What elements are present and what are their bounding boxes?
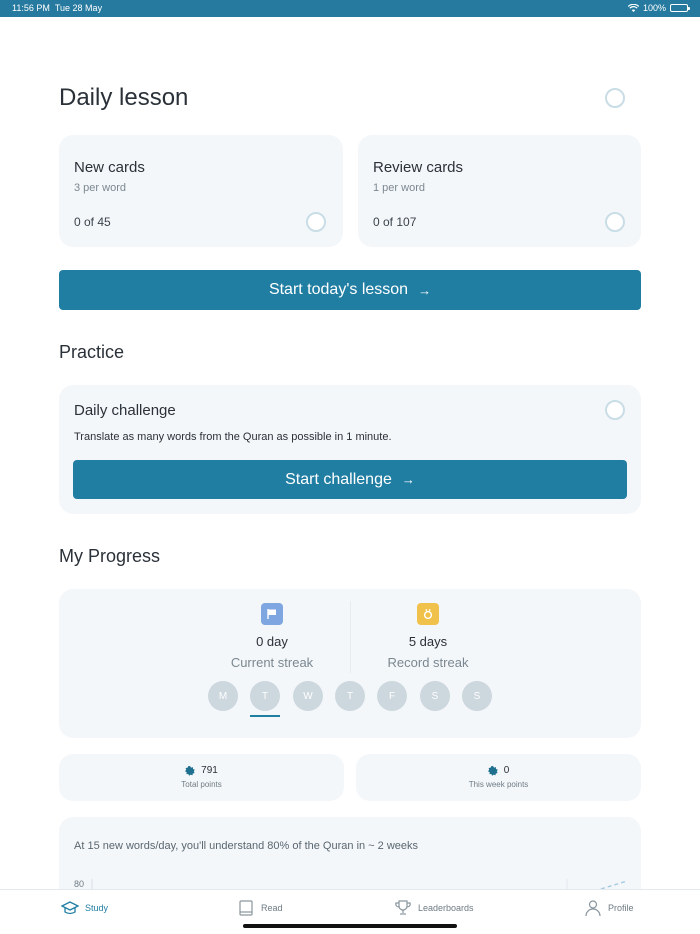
record-streak-label: Record streak [387,655,469,670]
status-bar: 11:56 PM Tue 28 May 100% [0,0,700,17]
today-indicator [250,715,280,717]
person-icon [585,900,601,917]
weekday-circle: S [420,681,450,711]
flag-icon [261,603,283,625]
status-right: 100% [627,3,690,13]
trophy-icon [417,603,439,625]
review-cards-card[interactable]: Review cards 1 per word 0 of 107 [358,135,641,247]
lesson-complete-indicator [605,88,625,108]
weekday-circle: S [462,681,492,711]
book-icon [239,900,253,916]
current-streak-value: 0 day [256,634,288,649]
daily-challenge-description: Translate as many words from the Quran a… [74,431,392,443]
record-streak-value: 5 days [408,634,448,649]
progress-heading: My Progress [59,546,161,566]
arrow-right-icon: → [401,472,415,487]
home-indicator [243,924,457,928]
week-points-card: 0 This week points [356,754,641,801]
status-time: 11:56 PM Tue 28 May [12,3,103,13]
weekday-circle: M [208,681,238,711]
tab-read[interactable]: Read [237,899,283,917]
challenge-complete-indicator [605,400,625,420]
current-streak: 0 day Current streak [197,603,347,670]
page-title: Daily lesson [59,84,189,111]
review-cards-subtitle: 1 per word [373,182,425,194]
week-points-value: 0 [503,765,510,776]
weekday-circle: W [293,681,323,711]
wifi-icon [627,4,639,12]
tab-profile[interactable]: Profile [584,899,634,917]
week-points: 0 This week points [356,765,641,789]
weekday-circle: F [377,681,407,711]
weekday-circle: T [335,681,365,711]
new-cards-progress-ring [306,212,326,232]
new-cards-card[interactable]: New cards 3 per word 0 of 45 [59,135,343,247]
points-badge-icon [487,765,498,776]
streak-card: 0 day Current streak 5 days Record strea… [59,589,641,738]
graduation-cap-icon [61,901,79,915]
points-badge-icon [185,765,195,776]
review-cards-progress-ring [605,212,625,232]
total-points: 791 Total points [59,765,344,789]
record-streak: 5 days Record streak [353,603,503,670]
tab-read-label: Read [261,903,283,913]
start-challenge-label: Start challenge [285,470,392,488]
tab-study[interactable]: Study [61,899,108,917]
start-lesson-button[interactable]: Start today's lesson → [59,270,641,310]
new-cards-title: New cards [74,159,145,176]
current-streak-label: Current streak [230,655,314,670]
review-cards-count: 0 of 107 [373,215,417,229]
practice-heading: Practice [59,342,125,362]
daily-challenge-card: Daily challenge Translate as many words … [59,385,641,514]
battery-icon [670,4,690,12]
total-points-card: 791 Total points [59,754,344,801]
weekday-circle: T [250,681,280,711]
new-cards-count: 0 of 45 [74,215,111,229]
streak-divider [350,601,351,673]
trophy-icon [395,900,411,915]
new-cards-subtitle: 3 per word [74,182,126,194]
start-challenge-button[interactable]: Start challenge → [73,460,627,499]
week-points-label: This week points [468,780,529,789]
tab-study-label: Study [85,903,109,913]
tab-profile-label: Profile [608,903,634,913]
battery-percent: 100% [642,3,666,13]
tab-leaderboards[interactable]: Leaderboards [394,899,474,917]
total-points-label: Total points [181,780,222,789]
daily-challenge-title: Daily challenge [74,402,176,419]
tab-leaderboards-label: Leaderboards [418,903,474,913]
review-cards-title: Review cards [373,159,464,176]
total-points-value: 791 [201,765,218,776]
forecast-text: At 15 new words/day, you'll understand 8… [74,840,419,852]
arrow-right-icon: → [418,282,432,298]
start-lesson-label: Start today's lesson [268,281,409,298]
